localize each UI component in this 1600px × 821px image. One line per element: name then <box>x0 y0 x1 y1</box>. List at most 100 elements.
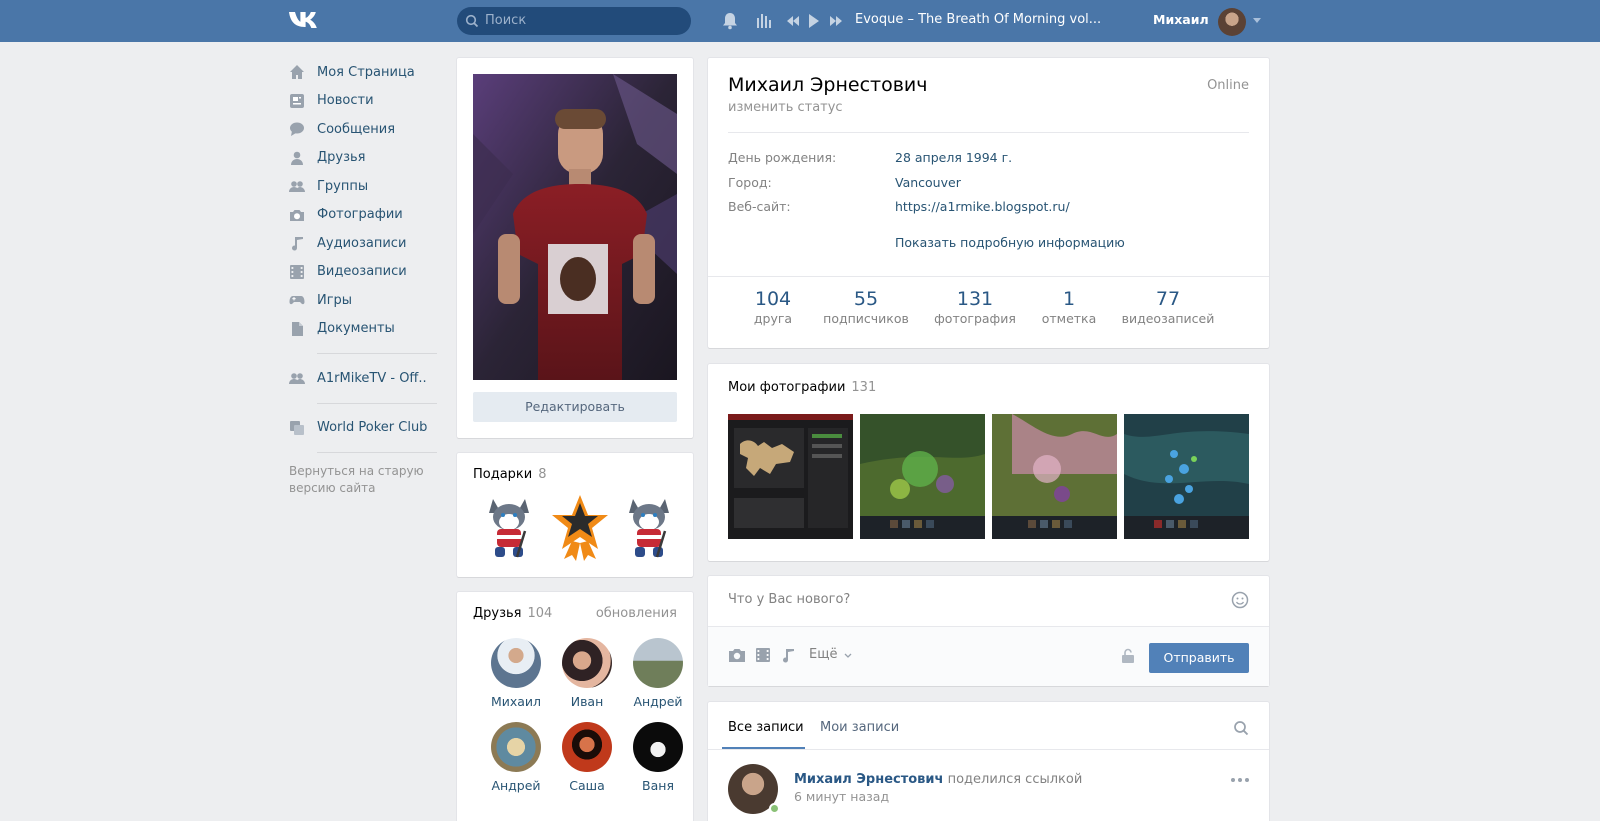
friend-name: Иван <box>570 694 604 709</box>
friends-header[interactable]: Друзья 104 <box>473 606 552 621</box>
friend-item[interactable]: Саша <box>554 722 620 793</box>
avatar <box>633 722 683 772</box>
post-author-name[interactable]: Михаил Эрнестович <box>794 772 943 787</box>
friend-item[interactable]: Иван <box>554 638 620 709</box>
birthday-value[interactable]: 28 апреля 1994 г. <box>895 150 1012 165</box>
sidebar-item-games[interactable]: Игры <box>289 286 439 315</box>
sidebar-item-label: Друзья <box>317 150 366 166</box>
profile-photo[interactable] <box>473 74 677 380</box>
wall-card: Все записи Мои записи Михаил Эрнестович … <box>708 702 1269 821</box>
more-attachments-button[interactable]: Ещё <box>809 647 837 662</box>
chevron-down-icon[interactable] <box>1253 18 1261 23</box>
sidebar-item-group[interactable]: A1rMikeTV - Off.. <box>289 364 439 393</box>
husky-gift-icon[interactable] <box>481 495 537 561</box>
camera-icon[interactable] <box>728 647 746 663</box>
sidebar-item-news[interactable]: Новости <box>289 87 439 116</box>
friend-name: Андрей <box>633 694 683 709</box>
search-icon[interactable] <box>1233 720 1249 736</box>
post-time[interactable]: 6 минут назад <box>794 789 889 804</box>
top-bar: Поиск Evoque – The Breath Of Morning vol… <box>0 0 1600 42</box>
sidebar-item-label: Видеозаписи <box>317 264 407 280</box>
friend-item[interactable]: Ваня <box>625 722 691 793</box>
sidebar-item-photos[interactable]: Фотографии <box>289 201 439 230</box>
friend-item[interactable]: Михаил <box>483 638 549 709</box>
gifts-card: Подарки 8 <box>457 453 693 577</box>
sidebar-item-label: Новости <box>317 93 374 109</box>
friend-name: Андрей <box>491 778 541 793</box>
more-options-icon[interactable] <box>1231 778 1249 782</box>
stat-number: 131 <box>956 288 994 310</box>
photo-thumbnail-image <box>992 414 1117 539</box>
photos-card: Мои фотографии 131 <box>708 364 1269 561</box>
tab-my-posts[interactable]: Мои записи <box>820 720 899 735</box>
city-label: Город: <box>728 175 772 190</box>
photo-thumbnail[interactable] <box>860 414 985 539</box>
next-track-icon[interactable] <box>829 15 843 27</box>
friend-item[interactable]: Андрей <box>483 722 549 793</box>
stat-label: видеозаписей <box>1121 311 1215 326</box>
header-user-name[interactable]: Михаил <box>1153 12 1209 27</box>
profile-photo-image <box>473 74 677 380</box>
avatar <box>562 638 612 688</box>
friends-updates-link[interactable]: обновления <box>596 606 677 621</box>
change-status-link[interactable]: изменить статус <box>728 100 843 115</box>
equalizer-icon[interactable] <box>757 14 773 28</box>
gifts-header[interactable]: Подарки 8 <box>473 467 547 482</box>
stat-number: 1 <box>1062 288 1076 310</box>
stat-label: отметка <box>1041 311 1097 326</box>
header-avatar[interactable] <box>1218 8 1246 36</box>
friend-item[interactable]: Андрей <box>625 638 691 709</box>
star-ribbon-gift-icon[interactable] <box>550 493 610 561</box>
sidebar-item-label: Аудиозаписи <box>317 235 407 251</box>
post-action: поделился ссылкой <box>947 772 1083 787</box>
city-value[interactable]: Vancouver <box>895 175 961 190</box>
sidebar-item-friends[interactable]: Друзья <box>289 144 439 173</box>
stat-tags[interactable]: 1 отметка <box>1037 288 1101 326</box>
new-post-input[interactable]: Что у Вас нового? <box>728 592 850 607</box>
photos-header[interactable]: Мои фотографии 131 <box>728 380 876 395</box>
stat-followers[interactable]: 55 подписчиков <box>818 288 914 326</box>
play-icon[interactable] <box>808 13 820 29</box>
news-icon <box>290 93 304 108</box>
show-details-link[interactable]: Показать подробную информацию <box>895 235 1125 250</box>
old-version-link[interactable]: Вернуться на старую версию сайта <box>289 463 439 497</box>
website-link[interactable]: https://a1rmike.blogspot.ru/ <box>895 199 1070 214</box>
stat-friends[interactable]: 104 друга <box>736 288 810 326</box>
husky-gift-icon[interactable] <box>621 495 677 561</box>
edit-profile-button[interactable]: Редактировать <box>473 392 677 422</box>
profile-name: Михаил Эрнестович <box>728 74 928 96</box>
sidebar-divider <box>317 353 437 354</box>
current-track-title[interactable]: Evoque – The Breath Of Morning vol... <box>855 12 1101 27</box>
bell-icon[interactable] <box>722 12 738 30</box>
sidebar-item-documents[interactable]: Документы <box>289 315 439 344</box>
photo-thumbnail[interactable] <box>1124 414 1249 539</box>
music-icon <box>292 237 303 251</box>
music-icon[interactable] <box>780 647 796 663</box>
stat-photos[interactable]: 131 фотография <box>933 288 1017 326</box>
photo-thumbnail[interactable] <box>992 414 1117 539</box>
post-header: Михаил Эрнестович поделился ссылкой <box>794 772 1082 787</box>
friend-name: Саша <box>569 778 605 793</box>
sidebar-divider <box>317 452 437 453</box>
sidebar-item-app[interactable]: World Poker Club <box>289 414 439 443</box>
tab-all-posts[interactable]: Все записи <box>728 720 804 735</box>
photo-thumbnail[interactable] <box>728 414 853 539</box>
sidebar-item-messages[interactable]: Сообщения <box>289 115 439 144</box>
video-icon[interactable] <box>755 647 771 663</box>
lock-icon[interactable] <box>1121 648 1135 664</box>
document-icon <box>292 321 303 336</box>
previous-track-icon[interactable] <box>786 15 800 27</box>
vk-logo-icon[interactable] <box>287 9 325 33</box>
sidebar-item-video[interactable]: Видеозаписи <box>289 258 439 287</box>
search-input[interactable]: Поиск <box>457 7 691 35</box>
sidebar-item-my-page[interactable]: Моя Страница <box>289 58 439 87</box>
sidebar-item-label: A1rMikeTV - Off.. <box>317 370 427 386</box>
photo-thumbnail-image <box>1124 414 1249 539</box>
avatar <box>491 638 541 688</box>
sidebar-item-audio[interactable]: Аудиозаписи <box>289 229 439 258</box>
send-post-button[interactable]: Отправить <box>1149 643 1249 673</box>
sidebar-item-groups[interactable]: Группы <box>289 172 439 201</box>
emoji-icon[interactable] <box>1231 591 1249 609</box>
online-indicator <box>769 803 780 814</box>
stat-videos[interactable]: 77 видеозаписей <box>1118 288 1218 326</box>
